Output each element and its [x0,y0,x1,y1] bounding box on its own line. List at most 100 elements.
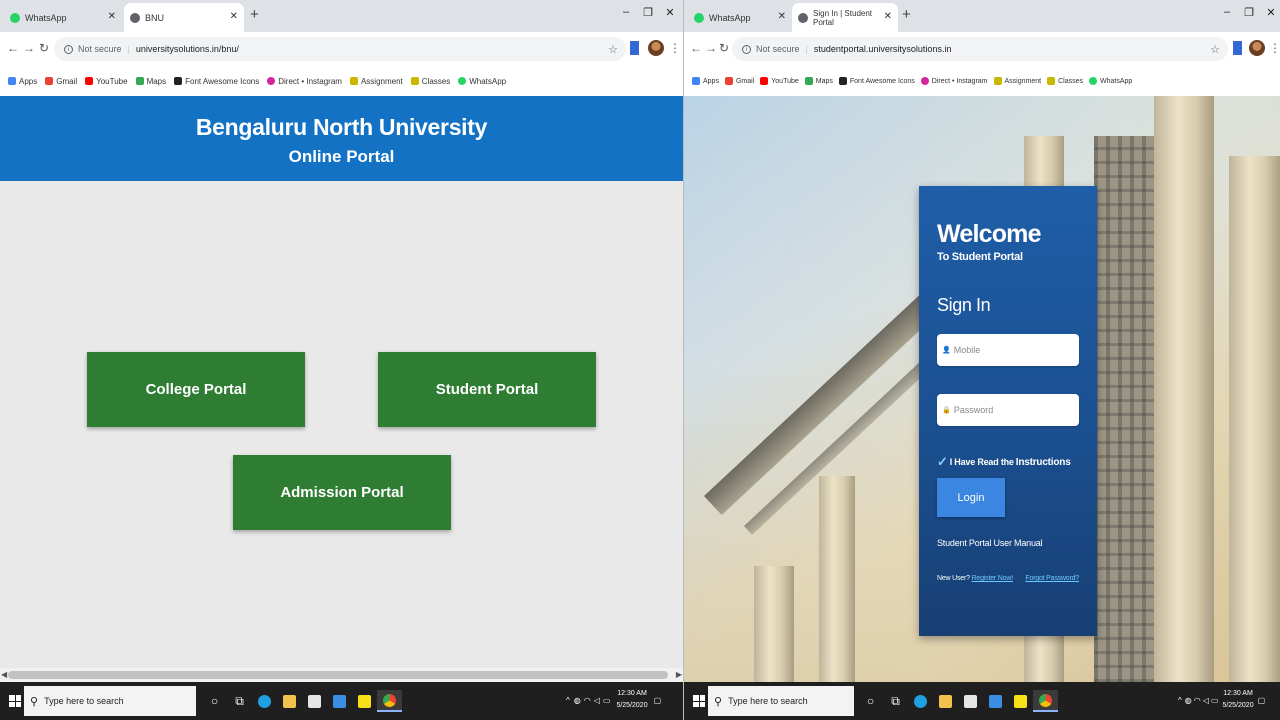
taskbar-search[interactable]: ⚲ Type here to search [24,686,196,716]
bookmark-star-icon[interactable]: ☆ [1210,43,1220,56]
volume-icon[interactable]: ◁ [594,696,600,705]
reload-icon[interactable]: ↻ [39,41,49,55]
close-tab-icon[interactable]: ✕ [778,11,786,22]
minimize-icon[interactable]: – [1216,6,1238,19]
task-view-icon[interactable]: ⧉ [883,690,908,712]
mobile-field[interactable]: 👤 Mobile [937,334,1079,366]
bookmark-apps[interactable]: Apps [692,77,719,85]
extension-icon[interactable] [1233,41,1242,55]
bookmark-whatsapp[interactable]: WhatsApp [458,77,506,86]
clock[interactable]: 12:30 AM 5/25/2020 [616,688,647,712]
store-icon[interactable] [958,690,983,712]
chrome-icon[interactable] [377,690,402,712]
tray-chevron-icon[interactable]: ^ [566,696,570,705]
avatar[interactable] [648,40,664,56]
bookmark-font-awesome[interactable]: Font Awesome Icons [838,77,915,85]
clock[interactable]: 12:30 AM 5/25/2020 [1222,688,1253,712]
edge-icon[interactable] [252,690,277,712]
bookmark-apps[interactable]: Apps [8,77,37,86]
bookmark-font-awesome[interactable]: Font Awesome Icons [174,77,259,86]
file-explorer-icon[interactable] [933,690,958,712]
back-icon[interactable]: ← [7,41,19,55]
register-link[interactable]: Register Now! [972,575,1014,582]
network-icon[interactable]: ◍ [1185,696,1192,705]
omnibox[interactable]: i Not secure | studentportal.universitys… [732,37,1228,61]
maximize-icon[interactable]: ❐ [637,6,659,19]
avatar[interactable] [1249,40,1265,56]
bookmark-assignment[interactable]: Assignment [349,77,403,86]
wifi-icon[interactable]: ◠ [1194,696,1201,705]
bookmark-gmail[interactable]: Gmail [724,77,754,85]
menu-kebab-icon[interactable]: ⋮ [1269,41,1280,55]
windows-start-icon[interactable] [9,695,21,707]
cortana-icon[interactable]: ○ [202,690,227,712]
admission-portal-button[interactable]: Admission Portal [233,455,451,530]
back-icon[interactable]: ← [690,41,702,55]
bookmark-assignment[interactable]: Assignment [993,77,1041,85]
battery-icon[interactable]: ▭ [1211,696,1219,705]
windows-start-icon[interactable] [693,695,705,707]
notifications-icon[interactable]: ▢ [1258,696,1266,705]
forward-icon[interactable]: → [23,41,35,55]
user-manual-link[interactable]: Student Portal User Manual [937,538,1079,548]
network-icon[interactable]: ◍ [574,696,581,705]
minimize-icon[interactable]: – [615,6,637,19]
bookmark-maps[interactable]: Maps [135,77,166,86]
info-icon[interactable]: i [64,44,73,54]
scrollbar-thumb[interactable] [8,671,668,679]
login-button[interactable]: Login [937,478,1005,517]
bookmark-classes[interactable]: Classes [410,77,450,86]
scroll-left-icon[interactable]: ◀ [1,670,7,679]
bookmark-instagram[interactable]: Direct • Instagram [920,77,988,85]
file-explorer-icon[interactable] [277,690,302,712]
sticky-notes-icon[interactable] [352,690,377,712]
tray-chevron-icon[interactable]: ^ [1178,696,1182,705]
bookmark-youtube[interactable]: YouTube [85,77,128,86]
forgot-password-link[interactable]: Forgot Password? [1025,575,1079,582]
close-tab-icon[interactable]: ✕ [108,11,116,22]
wifi-icon[interactable]: ◠ [584,696,591,705]
extension-icon[interactable] [630,41,639,55]
mail-icon[interactable] [983,690,1008,712]
college-portal-button[interactable]: College Portal [87,352,305,427]
tab-bnu[interactable]: BNU ✕ [124,3,244,32]
bookmark-whatsapp[interactable]: WhatsApp [1088,77,1132,85]
bookmark-maps[interactable]: Maps [804,77,833,85]
password-field[interactable]: 🔒 Password [937,394,1079,426]
bookmark-gmail[interactable]: Gmail [45,77,77,86]
bookmark-youtube[interactable]: YouTube [760,77,799,85]
close-tab-icon[interactable]: ✕ [884,11,892,22]
scroll-right-icon[interactable]: ▶ [676,670,682,679]
notifications-icon[interactable]: ▢ [654,696,662,705]
tab-student-portal[interactable]: Sign In | Student Portal ✕ [792,3,898,32]
edge-icon[interactable] [908,690,933,712]
store-icon[interactable] [302,690,327,712]
new-tab-icon[interactable]: + [250,6,259,23]
bookmark-instagram[interactable]: Direct • Instagram [267,77,342,86]
checkmark-icon[interactable]: ✓ [937,454,948,470]
mail-icon[interactable] [327,690,352,712]
close-tab-icon[interactable]: ✕ [230,11,238,22]
student-portal-button[interactable]: Student Portal [378,352,596,427]
bookmark-classes[interactable]: Classes [1047,77,1083,85]
forward-icon[interactable]: → [705,41,717,55]
new-tab-icon[interactable]: + [902,6,911,23]
omnibox[interactable]: i Not secure | universitysolutions.in/bn… [54,37,626,61]
sticky-notes-icon[interactable] [1008,690,1033,712]
menu-kebab-icon[interactable]: ⋮ [669,41,681,55]
reload-icon[interactable]: ↻ [719,41,729,55]
instructions-agreement[interactable]: ✓ I Have Read the Instructions [937,454,1079,470]
info-icon[interactable]: i [742,44,751,54]
instructions-link[interactable]: Instructions [1016,457,1071,468]
bookmark-star-icon[interactable]: ☆ [608,43,618,56]
tab-whatsapp[interactable]: WhatsApp ✕ [688,3,792,32]
tab-whatsapp[interactable]: WhatsApp ✕ [4,3,122,32]
taskbar-search[interactable]: ⚲ Type here to search [708,686,854,716]
horizontal-scrollbar[interactable]: ◀ ▶ [0,668,683,682]
battery-icon[interactable]: ▭ [603,696,611,705]
task-view-icon[interactable]: ⧉ [227,690,252,712]
close-window-icon[interactable]: ✕ [659,6,681,19]
volume-icon[interactable]: ◁ [1203,696,1209,705]
cortana-icon[interactable]: ○ [858,690,883,712]
close-window-icon[interactable]: ✕ [1260,6,1280,19]
